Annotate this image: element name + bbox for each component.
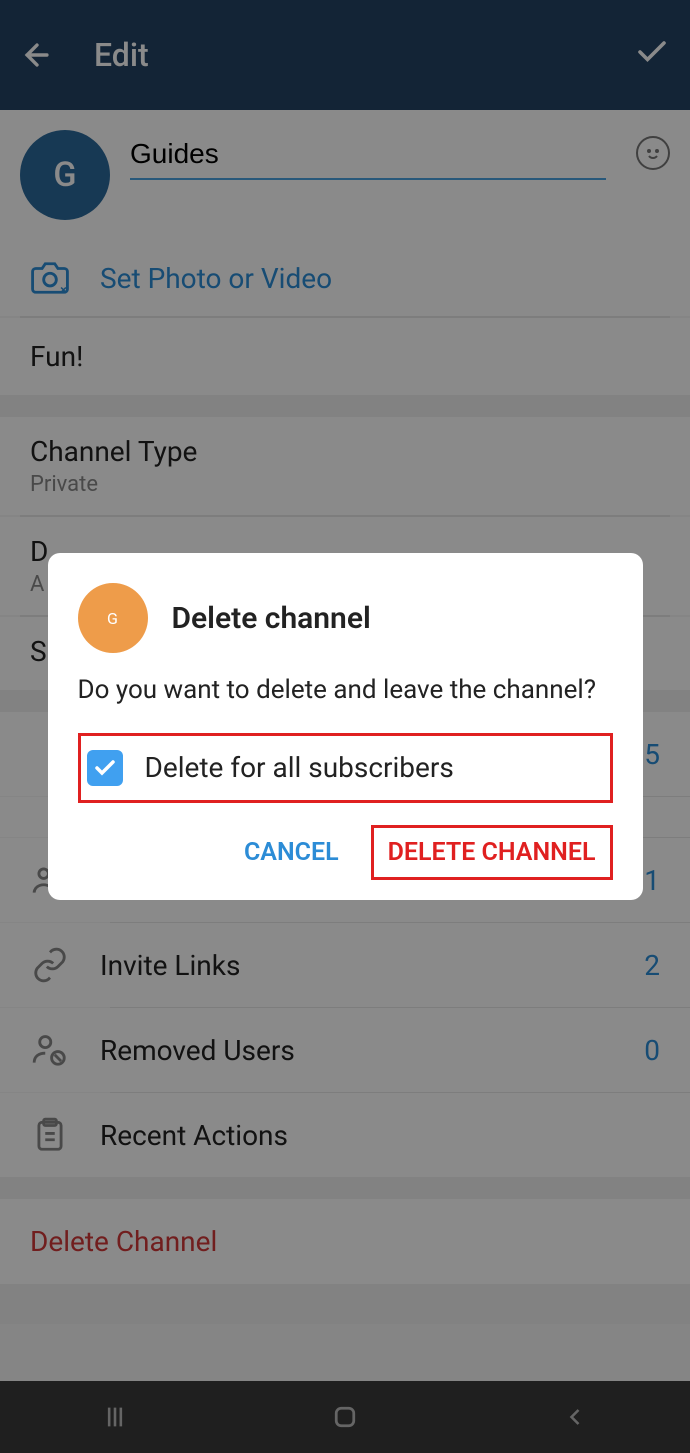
checkbox-label: Delete for all subscribers xyxy=(145,751,454,784)
delete-channel-button[interactable]: DELETE CHANNEL xyxy=(371,825,613,880)
delete-channel-dialog: G Delete channel Do you want to delete a… xyxy=(48,553,643,899)
dialog-message: Do you want to delete and leave the chan… xyxy=(78,673,613,708)
delete-for-all-checkbox-row[interactable]: Delete for all subscribers xyxy=(78,733,613,803)
cancel-button[interactable]: CANCEL xyxy=(226,828,357,877)
modal-overlay[interactable]: G Delete channel Do you want to delete a… xyxy=(0,0,690,1453)
dialog-title: Delete channel xyxy=(172,601,371,636)
dialog-avatar: G xyxy=(78,583,148,653)
checkbox-checked-icon[interactable] xyxy=(87,750,123,786)
